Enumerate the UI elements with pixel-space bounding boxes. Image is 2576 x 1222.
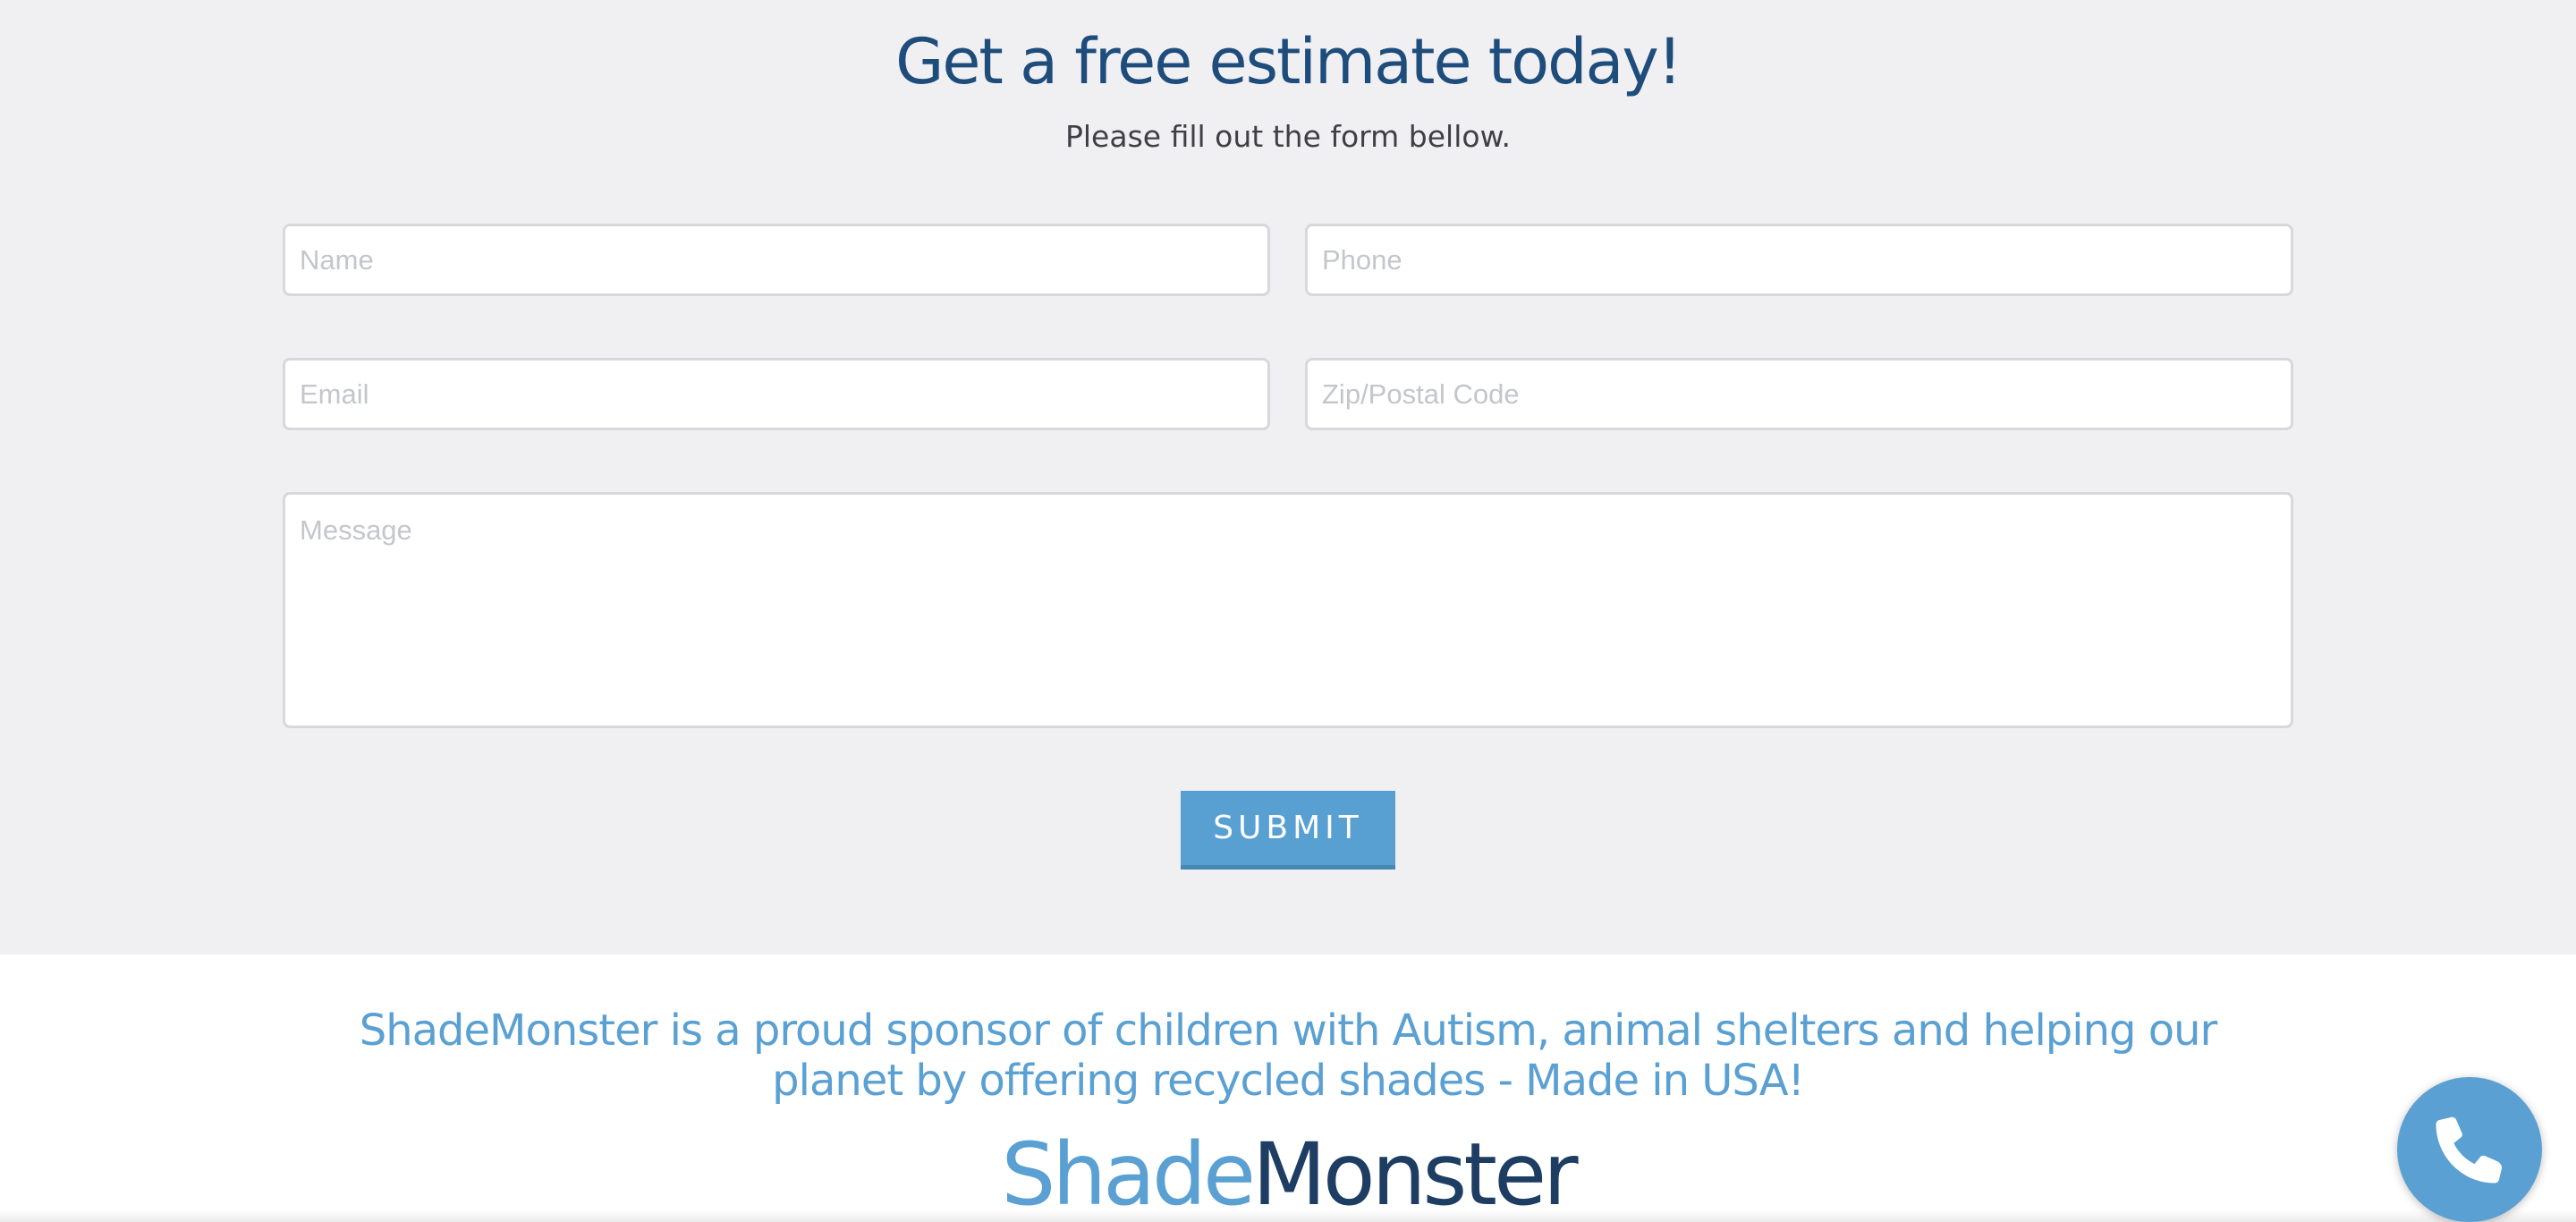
sponsor-statement: ShadeMonster is a proud sponsor of child…: [359, 1006, 2218, 1106]
bottom-bar-shadow: [0, 1209, 2576, 1222]
estimate-form-section: Get a free estimate today! Please fill o…: [0, 0, 2576, 955]
message-textarea[interactable]: [283, 492, 2293, 728]
form-title: Get a free estimate today!: [895, 25, 1682, 98]
phone-input[interactable]: [1305, 224, 2293, 296]
email-input[interactable]: [283, 358, 1270, 430]
submit-button[interactable]: SUBMIT: [1181, 791, 1395, 870]
logo-text-monster: Monster: [1252, 1124, 1579, 1222]
phone-icon: [2436, 1116, 2503, 1184]
logo-text-shade: Shade: [1001, 1124, 1256, 1222]
shademonster-logo: ShadeMonster: [0, 1125, 2576, 1222]
name-input[interactable]: [283, 224, 1270, 296]
zip-code-input[interactable]: [1305, 358, 2293, 430]
call-button[interactable]: [2397, 1077, 2542, 1222]
form-subtitle: Please fill out the form bellow.: [1064, 119, 1512, 154]
